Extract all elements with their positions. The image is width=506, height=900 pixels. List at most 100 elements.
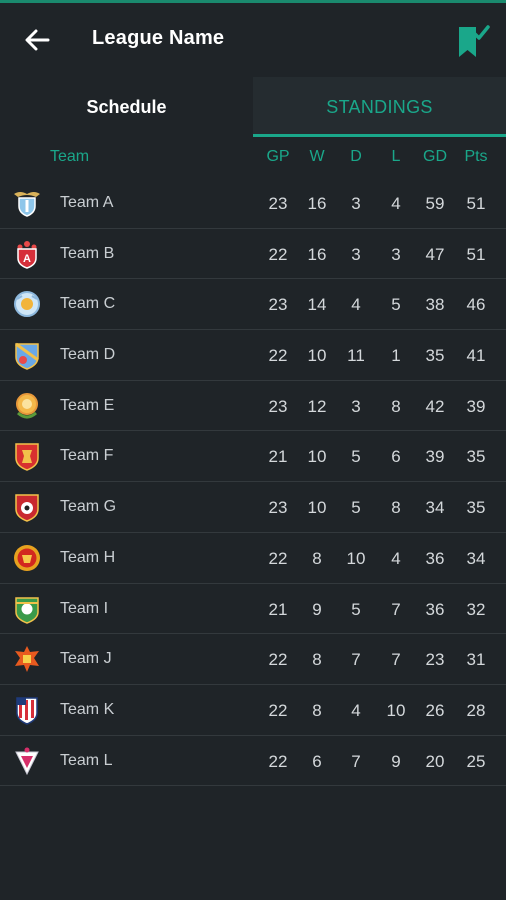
cell-gp: 21 xyxy=(268,599,288,619)
cell-w: 12 xyxy=(307,396,327,416)
cell-gd: 23 xyxy=(425,650,445,670)
table-row[interactable]: Team J 22 8 7 7 23 31 xyxy=(0,634,506,685)
cell-d: 3 xyxy=(351,244,361,264)
table-header: Team GP W D L GD Pts xyxy=(0,143,506,173)
cell-d: 3 xyxy=(351,396,361,416)
table-row[interactable]: Team F 21 10 5 6 39 35 xyxy=(0,431,506,483)
cell-w: 10 xyxy=(307,498,327,518)
cell-gp: 23 xyxy=(268,498,288,518)
cell-pts: 32 xyxy=(466,599,486,619)
standings-table: Team A 23 16 3 4 59 51 A Team B 22 16 3 … xyxy=(0,178,506,787)
cell-l: 4 xyxy=(391,194,401,213)
cell-pts: 25 xyxy=(466,751,486,771)
cell-d: 5 xyxy=(351,498,361,518)
header-gd: GD xyxy=(423,148,447,165)
cell-gp: 22 xyxy=(268,700,288,720)
crest-j-icon xyxy=(15,646,39,673)
cell-gp: 22 xyxy=(268,751,288,771)
cell-pts: 28 xyxy=(466,700,486,720)
table-row[interactable]: Team E 23 12 3 8 42 39 xyxy=(0,381,506,432)
cell-gp: 23 xyxy=(268,194,288,213)
table-row[interactable]: Team D 22 10 11 1 35 41 xyxy=(0,330,506,381)
table-row[interactable]: Team I 21 9 5 7 36 32 xyxy=(0,584,506,635)
cell-pts: 41 xyxy=(466,346,486,366)
table-row[interactable]: A Team B 22 16 3 3 47 51 xyxy=(0,229,506,280)
cell-gd: 38 xyxy=(425,295,445,315)
cell-w: 8 xyxy=(312,650,322,670)
crest-h-icon xyxy=(14,544,40,571)
team-name: Team L xyxy=(60,751,113,769)
cell-pts: 51 xyxy=(466,194,486,213)
cell-pts: 35 xyxy=(466,498,486,518)
header-l: L xyxy=(391,148,401,165)
cell-w: 8 xyxy=(312,548,322,568)
cell-pts: 51 xyxy=(466,244,486,264)
cell-pts: 46 xyxy=(466,295,486,315)
cell-gp: 23 xyxy=(268,396,288,416)
crest-i-icon xyxy=(15,596,39,624)
bookmark-check-icon xyxy=(459,25,490,57)
cell-gd: 20 xyxy=(425,751,445,771)
cell-gd: 35 xyxy=(425,346,445,366)
cell-d: 4 xyxy=(351,700,361,720)
cell-l: 9 xyxy=(391,751,401,771)
cell-gp: 21 xyxy=(268,447,288,467)
page-title: League Name xyxy=(92,27,225,49)
team-name: Team B xyxy=(60,244,115,262)
crest-l-icon xyxy=(15,747,39,775)
table-row[interactable]: Team A 23 16 3 4 59 51 xyxy=(0,178,506,229)
tab-standings[interactable]: STANDINGS xyxy=(253,77,506,137)
crest-c-icon xyxy=(14,291,40,318)
bookmark-button[interactable] xyxy=(456,23,490,59)
team-name: Team E xyxy=(60,396,115,414)
cell-l: 1 xyxy=(391,346,401,366)
cell-d: 5 xyxy=(351,447,361,467)
table-row[interactable]: Team L 22 6 7 9 20 25 xyxy=(0,736,506,787)
crest-b-icon: A xyxy=(17,240,37,269)
cell-w: 10 xyxy=(307,346,327,366)
team-name: Team A xyxy=(60,194,114,211)
crest-f-icon xyxy=(15,443,39,472)
cell-pts: 39 xyxy=(466,396,486,416)
cell-l: 10 xyxy=(386,700,406,720)
cell-l: 8 xyxy=(391,396,401,416)
table-row[interactable]: Team H 22 8 10 4 36 34 xyxy=(0,533,506,584)
cell-gd: 47 xyxy=(425,244,445,264)
team-name: Team C xyxy=(60,295,116,313)
cell-gd: 59 xyxy=(425,194,445,213)
cell-d: 11 xyxy=(347,346,365,366)
table-row[interactable]: Team C 23 14 4 5 38 46 xyxy=(0,279,506,331)
tab-schedule[interactable]: Schedule xyxy=(0,77,253,137)
cell-w: 10 xyxy=(307,447,327,467)
cell-gd: 26 xyxy=(425,700,445,720)
table-row[interactable]: Team G 23 10 5 8 34 35 xyxy=(0,482,506,533)
cell-w: 16 xyxy=(307,244,327,264)
tab-bar: Schedule STANDINGS xyxy=(0,77,506,137)
cell-l: 7 xyxy=(391,650,401,670)
cell-gp: 22 xyxy=(268,244,288,264)
cell-gd: 39 xyxy=(425,447,445,467)
cell-l: 8 xyxy=(391,498,401,518)
back-button[interactable] xyxy=(22,25,52,55)
cell-pts: 31 xyxy=(466,650,486,670)
team-name: Team G xyxy=(60,498,117,516)
cell-w: 8 xyxy=(312,700,322,720)
crest-a-icon xyxy=(14,192,40,217)
cell-gd: 34 xyxy=(425,498,445,518)
crest-k-icon xyxy=(16,697,38,725)
crest-g-icon xyxy=(15,494,39,522)
header-gp: GP xyxy=(266,148,290,165)
cell-gd: 36 xyxy=(425,599,445,619)
table-row[interactable]: Team K 22 8 4 10 26 28 xyxy=(0,685,506,736)
cell-l: 3 xyxy=(391,244,401,264)
cell-gd: 42 xyxy=(425,396,445,416)
cell-d: 10 xyxy=(346,548,366,568)
cell-l: 7 xyxy=(391,599,401,619)
cell-w: 16 xyxy=(307,194,327,213)
svg-text:A: A xyxy=(23,253,31,265)
cell-gd: 36 xyxy=(425,548,445,568)
cell-l: 6 xyxy=(391,447,401,467)
team-name: Team K xyxy=(60,700,115,718)
cell-pts: 35 xyxy=(466,447,486,467)
cell-d: 7 xyxy=(351,751,361,771)
